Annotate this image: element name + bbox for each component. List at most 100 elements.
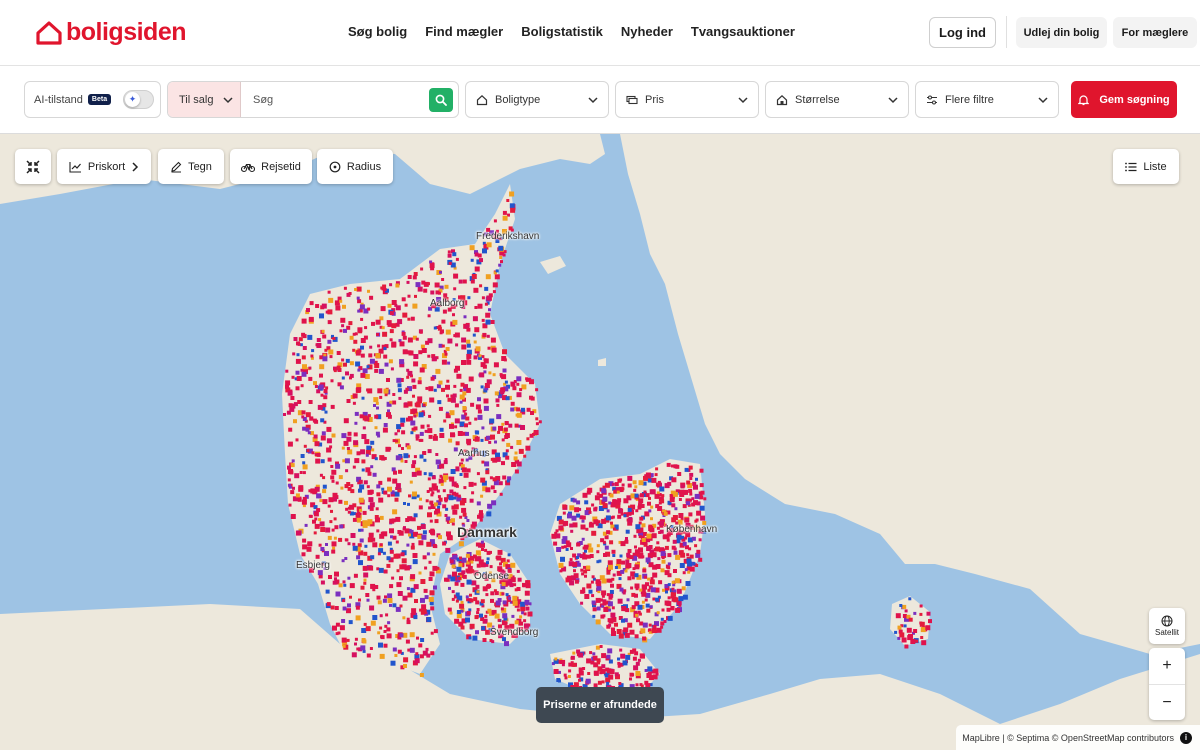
listing-marker[interactable] [427,428,433,434]
listing-marker[interactable] [394,497,399,502]
listing-marker[interactable] [302,364,307,370]
listing-marker[interactable] [452,313,455,317]
listing-marker[interactable] [325,543,328,546]
listing-marker[interactable] [451,597,455,601]
listing-marker[interactable] [553,541,558,546]
listing-marker[interactable] [559,569,563,573]
attribution-text[interactable]: MapLibre | © Septima © OpenStreetMap con… [962,733,1174,743]
listing-marker[interactable] [334,571,339,577]
listing-marker[interactable] [316,493,322,499]
listing-marker[interactable] [655,564,661,569]
listing-marker[interactable] [430,266,435,271]
listing-marker[interactable] [657,557,661,561]
listing-marker[interactable] [402,312,408,318]
listing-marker[interactable] [611,549,616,554]
listing-marker[interactable] [574,579,579,584]
listing-marker[interactable] [698,557,703,562]
listing-marker[interactable] [645,472,651,478]
listing-marker[interactable] [334,525,339,530]
listing-marker[interactable] [301,318,307,324]
listing-marker[interactable] [678,596,684,602]
listing-marker[interactable] [454,425,458,429]
listing-marker[interactable] [398,396,402,400]
listing-marker[interactable] [475,404,481,410]
listing-marker[interactable] [406,543,410,547]
listing-marker[interactable] [465,617,470,623]
listing-marker[interactable] [444,514,448,517]
listing-marker[interactable] [324,348,328,352]
listing-marker[interactable] [306,308,310,312]
listing-marker[interactable] [435,453,439,456]
draw-button[interactable]: Tegn [158,149,224,184]
listing-marker[interactable] [475,430,480,435]
listing-marker[interactable] [512,386,517,391]
listing-marker[interactable] [567,675,571,678]
listing-marker[interactable] [492,290,496,294]
listing-marker[interactable] [447,253,452,258]
listing-marker[interactable] [349,583,355,589]
listing-marker[interactable] [516,376,522,382]
listing-marker[interactable] [375,319,381,325]
listing-marker[interactable] [499,562,502,566]
listing-marker[interactable] [372,542,378,548]
listing-marker[interactable] [374,414,379,419]
listing-marker[interactable] [477,397,481,402]
listing-marker[interactable] [420,424,425,429]
listing-marker[interactable] [465,568,470,573]
listing-marker[interactable] [446,394,449,398]
listing-marker[interactable] [360,317,364,321]
listing-marker[interactable] [425,647,429,651]
listing-marker[interactable] [319,521,325,527]
listing-marker[interactable] [417,525,421,530]
listing-marker[interactable] [370,440,375,445]
listing-marker[interactable] [376,492,381,497]
listing-marker[interactable] [383,388,389,394]
listing-marker[interactable] [452,571,457,577]
listing-marker[interactable] [324,551,329,556]
listing-marker[interactable] [691,536,696,541]
listing-marker[interactable] [448,261,452,265]
listing-marker[interactable] [608,578,613,583]
listing-marker[interactable] [599,671,603,675]
listing-marker[interactable] [347,542,351,546]
listing-marker[interactable] [416,470,422,476]
listing-marker[interactable] [650,517,653,521]
listing-marker[interactable] [479,613,483,618]
listing-marker[interactable] [558,562,564,568]
listing-marker[interactable] [360,353,365,358]
listing-marker[interactable] [588,510,592,514]
listing-marker[interactable] [477,514,481,519]
listing-marker[interactable] [516,407,521,412]
listing-marker[interactable] [497,549,503,555]
listing-marker[interactable] [453,504,459,510]
listing-marker[interactable] [644,598,648,602]
listing-marker[interactable] [444,284,449,289]
listing-marker[interactable] [492,426,497,431]
listing-marker[interactable] [475,600,480,605]
listing-marker[interactable] [699,483,704,488]
listing-marker[interactable] [591,503,595,507]
listing-marker[interactable] [652,625,657,629]
listing-marker[interactable] [366,653,371,658]
listing-marker[interactable] [417,380,422,385]
listing-marker[interactable] [601,594,605,598]
listing-marker[interactable] [384,393,388,397]
listing-marker[interactable] [590,660,595,665]
listing-marker[interactable] [648,509,652,513]
listing-marker[interactable] [904,609,908,613]
listing-marker[interactable] [492,282,498,288]
listing-marker[interactable] [429,571,435,577]
listing-marker[interactable] [525,445,531,451]
listing-marker[interactable] [895,613,901,619]
listing-marker[interactable] [427,354,431,358]
listing-marker[interactable] [652,597,656,601]
listing-marker[interactable] [609,493,614,498]
listing-marker[interactable] [391,576,395,580]
listing-marker[interactable] [486,511,492,517]
listing-marker[interactable] [376,484,381,489]
listing-marker[interactable] [438,406,443,411]
listing-marker[interactable] [474,266,480,272]
listing-marker[interactable] [591,575,595,579]
listing-marker[interactable] [376,595,381,600]
listing-marker[interactable] [347,603,351,608]
